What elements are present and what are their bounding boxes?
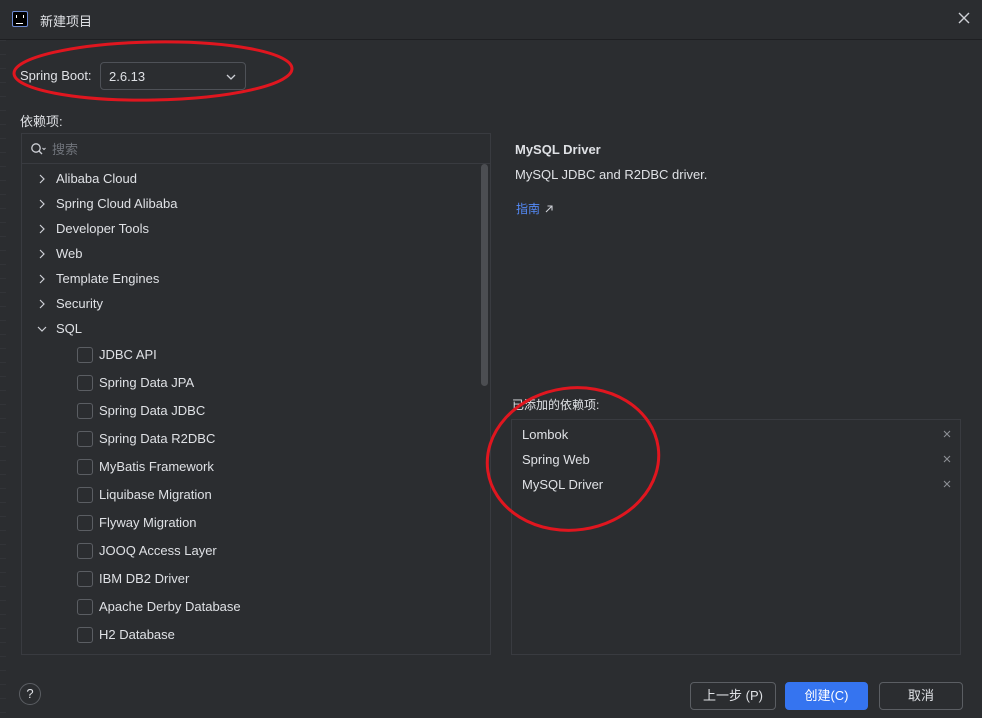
added-item-lombok[interactable]: Lombok [512,421,960,446]
dependency-label: Apache Derby Database [99,599,241,614]
dependency-item-liquibase-migration[interactable]: Liquibase Migration [22,481,482,509]
tree-category-label: Template Engines [56,271,160,286]
tree-category-security[interactable]: Security [22,291,482,316]
dependencies-label: 依赖项: [20,114,63,129]
dependency-label: Flyway Migration [99,515,197,530]
dependency-detail-description: MySQL JDBC and R2DBC driver. [515,167,708,182]
dependency-item-mybatis-framework[interactable]: MyBatis Framework [22,453,482,481]
dependency-detail-title: MySQL Driver [515,142,601,157]
chevron-down-icon [37,326,47,332]
tree-scrollbar[interactable] [481,164,488,386]
tree-category-sql[interactable]: SQL [22,316,482,341]
tree-category-label: Web [56,246,83,261]
search-icon[interactable] [30,142,46,156]
dependency-label: JDBC API [99,347,157,362]
dependency-tree: Alibaba Cloud Spring Cloud Alibaba Devel… [22,166,482,649]
tree-category-label: Developer Tools [56,221,149,236]
window-title: 新建项目 [40,14,93,29]
guide-link-label: 指南 [516,202,541,216]
intellij-app-icon [12,11,28,27]
added-item-label: MySQL Driver [522,477,604,492]
chevron-right-icon [39,224,45,234]
dependencies-tree-panel: Alibaba Cloud Spring Cloud Alibaba Devel… [21,133,491,655]
dependency-checkbox[interactable] [77,459,93,475]
guide-link[interactable]: 指南 [516,200,554,217]
dependency-item-jdbc-api[interactable]: JDBC API [22,341,482,369]
tree-category-developer-tools[interactable]: Developer Tools [22,216,482,241]
chevron-right-icon [39,274,45,284]
dependency-checkbox[interactable] [77,599,93,615]
added-dependencies-label: 已添加的依赖项: [512,398,600,412]
added-item-label: Lombok [522,427,569,442]
dependency-item-spring-data-jdbc[interactable]: Spring Data JDBC [22,397,482,425]
dependency-label: IBM DB2 Driver [99,571,190,586]
spring-boot-label: Spring Boot: [20,68,92,83]
create-button[interactable]: 创建(C) [785,682,868,710]
tree-category-label: Spring Cloud Alibaba [56,196,178,211]
dependency-checkbox[interactable] [77,543,93,559]
added-item-spring-web[interactable]: Spring Web [512,446,960,471]
previous-button[interactable]: 上一步 (P) [690,682,776,710]
tree-category-label: Alibaba Cloud [56,171,137,186]
search-input[interactable] [52,139,472,159]
chevron-right-icon [39,174,45,184]
chevron-down-icon [226,74,236,80]
dependency-label: H2 Database [99,627,175,642]
tree-category-label: SQL [56,321,83,336]
added-dependencies-panel: Lombok Spring Web MySQL Driver [511,419,961,655]
tree-category-template-engines[interactable]: Template Engines [22,266,482,291]
tree-category-spring-cloud-alibaba[interactable]: Spring Cloud Alibaba [22,191,482,216]
dependency-item-ibm-db2-driver[interactable]: IBM DB2 Driver [22,565,482,593]
dependency-label: Spring Data JDBC [99,403,206,418]
tree-category-alibaba-cloud[interactable]: Alibaba Cloud [22,166,482,191]
dependency-item-flyway-migration[interactable]: Flyway Migration [22,509,482,537]
dependency-checkbox[interactable] [77,515,93,531]
dependency-label: Spring Data JPA [99,375,195,390]
dependency-checkbox[interactable] [77,375,93,391]
dependency-checkbox[interactable] [77,487,93,503]
dependency-item-apache-derby-database[interactable]: Apache Derby Database [22,593,482,621]
cancel-button[interactable]: 取消 [879,682,963,710]
dependency-checkbox[interactable] [77,571,93,587]
dependency-item-spring-data-jpa[interactable]: Spring Data JPA [22,369,482,397]
dependency-checkbox[interactable] [77,403,93,419]
dependency-label: Liquibase Migration [99,487,212,502]
dependency-label: Spring Data R2DBC [99,431,216,446]
external-link-arrow-icon [545,205,553,213]
left-edge-guide [0,40,6,718]
dependency-checkbox[interactable] [77,627,93,643]
help-button[interactable]: ? [19,683,41,705]
added-dependencies-list: Lombok Spring Web MySQL Driver [512,421,960,496]
remove-icon[interactable] [942,429,952,439]
added-item-label: Spring Web [522,452,590,467]
chevron-right-icon [39,249,45,259]
remove-icon[interactable] [942,454,952,464]
chevron-right-icon [39,299,45,309]
spring-boot-version-value: 2.6.13 [109,69,146,84]
close-icon[interactable] [956,10,972,26]
search-row [22,134,490,164]
dependency-item-h2-database[interactable]: H2 Database [22,621,482,649]
dependency-checkbox[interactable] [77,347,93,363]
tree-category-web[interactable]: Web [22,241,482,266]
dependency-label: JOOQ Access Layer [99,543,217,558]
remove-icon[interactable] [942,479,952,489]
dependency-item-jooq-access-layer[interactable]: JOOQ Access Layer [22,537,482,565]
added-item-mysql-driver[interactable]: MySQL Driver [512,471,960,496]
tree-category-label: Security [56,296,103,311]
title-bar: 新建项目 [0,0,982,40]
dependency-label: MyBatis Framework [99,459,214,474]
dependency-checkbox[interactable] [77,431,93,447]
dependency-item-spring-data-r2dbc[interactable]: Spring Data R2DBC [22,425,482,453]
spring-boot-version-select[interactable]: 2.6.13 [100,62,246,90]
chevron-right-icon [39,199,45,209]
